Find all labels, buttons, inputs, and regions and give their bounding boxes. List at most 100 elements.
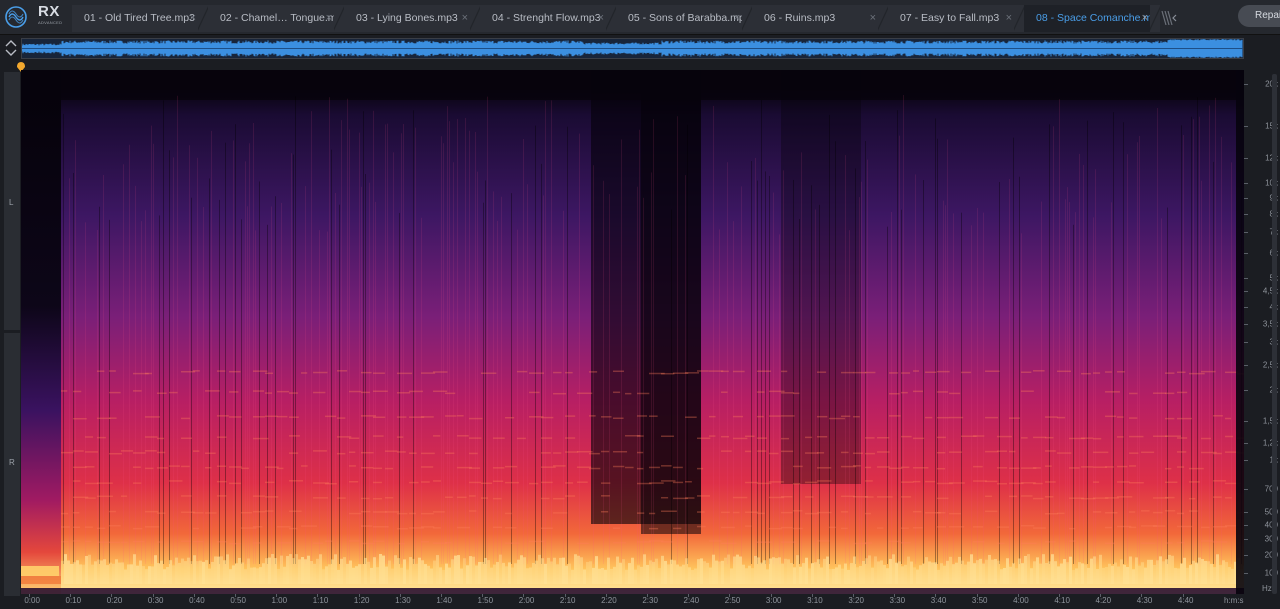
- close-icon[interactable]: ×: [598, 5, 604, 32]
- harmonic-band: [229, 482, 242, 485]
- overview-waveform[interactable]: [21, 38, 1244, 59]
- app-logo[interactable]: RX ADVANCED: [0, 0, 66, 35]
- close-icon[interactable]: ×: [326, 5, 332, 32]
- transient-streak: [255, 230, 256, 565]
- transient-streak: [197, 157, 198, 564]
- transient-streak: [1083, 164, 1084, 564]
- transient-streak: [815, 209, 816, 564]
- harmonic-band: [997, 542, 1005, 545]
- time-label: 4:30: [1136, 596, 1153, 605]
- transient-streak: [487, 96, 488, 565]
- bass-energy: [985, 559, 988, 584]
- bass-energy: [832, 568, 835, 584]
- bass-energy: [319, 554, 322, 584]
- expand-collapse-icon[interactable]: [4, 38, 18, 58]
- bass-energy: [1201, 558, 1204, 584]
- harmonic-band: [793, 527, 803, 530]
- tab-05-sons-of-barabba[interactable]: 05 - Sons of Barabba.mp3 ×: [616, 5, 752, 32]
- bass-energy: [415, 563, 418, 584]
- transient-streak: [783, 170, 784, 564]
- bass-energy: [343, 557, 346, 584]
- bass-energy: [586, 561, 589, 584]
- close-icon[interactable]: ×: [190, 5, 196, 32]
- transient-streak: [219, 199, 220, 565]
- transient-streak: [1209, 105, 1210, 564]
- harmonic-band: [157, 451, 166, 454]
- bass-energy: [694, 568, 697, 584]
- bass-energy: [868, 555, 871, 584]
- harmonic-band: [73, 480, 81, 482]
- time-label: 3:10: [807, 596, 823, 605]
- harmonic-band: [217, 370, 226, 372]
- harmonic-band: [529, 482, 539, 485]
- harmonic-band: [1033, 482, 1043, 485]
- bass-energy: [763, 560, 766, 584]
- frequency-scrollbar[interactable]: [1272, 74, 1277, 594]
- harmonic-band: [421, 452, 435, 455]
- harmonic-band: [265, 481, 275, 484]
- harmonic-band: [169, 465, 180, 467]
- close-icon[interactable]: ×: [1142, 5, 1148, 32]
- bass-energy: [499, 554, 502, 584]
- harmonic-band: [85, 482, 99, 485]
- harmonic-band: [841, 415, 851, 418]
- bass-energy: [754, 555, 757, 584]
- harmonic-band: [445, 415, 457, 417]
- transient-streak: [85, 222, 86, 564]
- repair-button[interactable]: Repair: [1238, 5, 1280, 27]
- time-label: 3:30: [889, 596, 906, 605]
- time-axis: 0:00 0:10 0:20 0:30 0:40 0:50 1:00 1:10 1:20 1:30…: [21, 594, 1244, 609]
- spectrogram-view[interactable]: [21, 70, 1244, 594]
- harmonic-band: [757, 415, 764, 418]
- bass-energy: [691, 569, 694, 584]
- close-icon[interactable]: ×: [870, 5, 876, 32]
- bass-energy: [787, 559, 790, 584]
- bass-energy: [562, 557, 565, 584]
- close-icon[interactable]: ×: [734, 5, 740, 32]
- tab-04-strenght-flow[interactable]: 04 - Strenght Flow.mp3 ×: [480, 5, 616, 32]
- bass-energy: [256, 568, 259, 584]
- harmonic-band: [745, 511, 758, 513]
- tab-01-old-tired-tree[interactable]: 01 - Old Tired Tree.mp3 ×: [72, 5, 208, 32]
- bass-energy: [595, 556, 598, 584]
- close-icon[interactable]: ×: [462, 5, 468, 32]
- harmonic-band: [361, 391, 370, 394]
- bass-energy: [559, 557, 562, 584]
- harmonic-band: [577, 392, 593, 395]
- harmonic-band: [733, 511, 740, 514]
- bass-energy: [532, 562, 535, 584]
- transient-streak: [923, 180, 924, 564]
- harmonic-band: [757, 541, 773, 543]
- tab-06-ruins[interactable]: 06 - Ruins.mp3 ×: [752, 5, 888, 32]
- tab-08-space-comanche[interactable]: 08 - Space Comanche.mp3 ×: [1024, 5, 1160, 32]
- tab-03-lying-bones[interactable]: 03 - Lying Bones.mp3 ×: [344, 5, 480, 32]
- bass-energy: [655, 558, 658, 584]
- tab-label: 04 - Strenght Flow.mp3: [492, 12, 601, 24]
- bass-energy: [865, 558, 868, 584]
- harmonic-band: [493, 437, 505, 439]
- transient-streak: [225, 142, 226, 564]
- harmonic-band: [481, 497, 488, 499]
- harmonic-band: [889, 540, 902, 543]
- harmonic-band: [745, 525, 752, 527]
- harmonic-band: [1165, 435, 1181, 437]
- bass-energy: [892, 554, 895, 584]
- channel-selector[interactable]: L R: [4, 72, 20, 596]
- harmonic-band: [157, 467, 168, 469]
- close-icon[interactable]: ×: [1006, 5, 1012, 32]
- harmonic-band: [361, 542, 375, 545]
- bass-energy: [1069, 556, 1072, 584]
- transient-streak: [943, 200, 944, 564]
- harmonic-band: [313, 371, 328, 374]
- harmonic-band: [1105, 391, 1120, 393]
- tab-02-chameleon-tongue[interactable]: 02 - Chamel… Tongue.mp3 ×: [208, 5, 344, 32]
- overview-waveform-bar: [0, 36, 1280, 60]
- bass-energy: [370, 567, 373, 584]
- harmonic-band: [1033, 467, 1041, 469]
- bass-energy: [268, 557, 271, 584]
- harmonic-band: [973, 435, 985, 437]
- bass-energy: [1228, 566, 1231, 584]
- harmonic-band: [1165, 417, 1175, 420]
- tab-07-easy-to-fall[interactable]: 07 - Easy to Fall.mp3 ×: [888, 5, 1024, 32]
- tab-overflow-icon[interactable]: [1161, 11, 1177, 25]
